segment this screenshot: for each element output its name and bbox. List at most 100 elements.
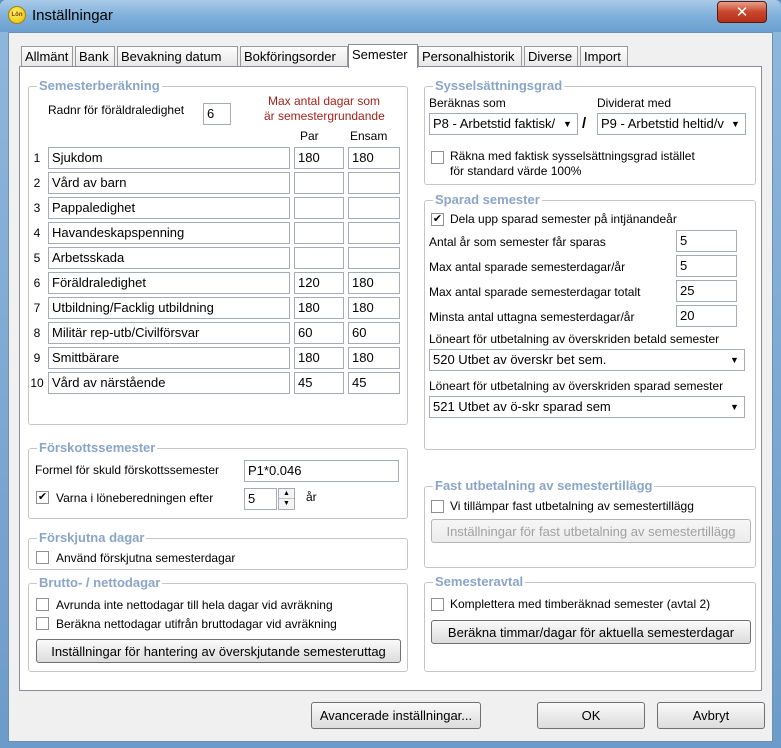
ok-button[interactable]: OK bbox=[537, 702, 645, 729]
row-ensam-input[interactable]: 60 bbox=[348, 322, 400, 344]
tab-bank[interactable]: Bank bbox=[75, 46, 115, 67]
row-name-input[interactable]: Pappaledighet bbox=[48, 197, 290, 219]
formel-label: Formel för skuld förskottssemester bbox=[35, 463, 220, 477]
row-ensam-input[interactable]: 45 bbox=[348, 372, 400, 394]
row-par-input[interactable] bbox=[294, 222, 344, 244]
row-par-input[interactable]: 180 bbox=[294, 347, 344, 369]
dropdown-arrow-icon[interactable]: ▼ bbox=[726, 351, 743, 369]
dividerat-select[interactable]: P9 - Arbetstid heltid/v ▼ bbox=[597, 113, 746, 135]
advanced-settings-button[interactable]: Avancerade inställningar... bbox=[311, 702, 481, 729]
varna-checkbox[interactable]: ✔ bbox=[36, 491, 49, 504]
row-number: 1 bbox=[33, 151, 41, 165]
dropdown-arrow-icon[interactable]: ▼ bbox=[559, 115, 576, 133]
row-name-input[interactable]: Vård av närstående bbox=[48, 372, 290, 394]
row-ensam-input[interactable] bbox=[348, 197, 400, 219]
faktisk-syssel-checkbox[interactable] bbox=[431, 151, 444, 164]
sparad-field-input[interactable]: 5 bbox=[676, 230, 737, 252]
sparad-group: Sparad semester ✔ Dela upp sparad semest… bbox=[424, 192, 756, 450]
close-button[interactable]: ✕ bbox=[717, 1, 767, 23]
row-number: 5 bbox=[33, 251, 41, 265]
row-par-input[interactable]: 180 bbox=[294, 147, 344, 169]
semesterberakning-title: Semesterberäkning bbox=[37, 78, 162, 93]
row-ensam-input[interactable] bbox=[348, 172, 400, 194]
row-number: 8 bbox=[33, 326, 41, 340]
semesterberakning-group: Semesterberäkning Radnr för föräldraledi… bbox=[28, 78, 408, 425]
dropdown-arrow-icon[interactable]: ▼ bbox=[727, 115, 744, 133]
loneart2-value: 521 Utbet av ö-skr sparad sem bbox=[433, 399, 611, 414]
tab-bevakning-datum[interactable]: Bevakning datum bbox=[117, 46, 238, 67]
loneart1-select[interactable]: 520 Utbet av överskr bet sem. ▼ bbox=[429, 349, 745, 371]
dividerat-label: Dividerat med bbox=[597, 96, 672, 110]
brutto-title: Brutto- / nettodagar bbox=[37, 575, 163, 590]
varna-years-spinner[interactable]: ▲ ▼ bbox=[278, 488, 295, 510]
overskjutande-settings-button[interactable]: Inställningar för hantering av överskjut… bbox=[36, 639, 401, 663]
faktisk-syssel-label-1: Räkna med faktisk sysselsättningsgrad is… bbox=[450, 149, 695, 163]
row-par-input[interactable]: 180 bbox=[294, 297, 344, 319]
col-ensam-header: Ensam bbox=[350, 129, 388, 143]
berakna-netto-checkbox[interactable] bbox=[36, 617, 49, 630]
dela-upp-checkbox[interactable]: ✔ bbox=[431, 213, 444, 226]
row-name-input[interactable]: Arbetsskada bbox=[48, 247, 290, 269]
tab-bokforingsorder[interactable]: Bokföringsorder bbox=[240, 46, 348, 67]
varna-years-input[interactable]: 5 bbox=[244, 488, 277, 510]
row-ensam-input[interactable]: 180 bbox=[348, 147, 400, 169]
tab-semester[interactable]: Semester bbox=[348, 44, 418, 68]
spin-down-icon[interactable]: ▼ bbox=[279, 499, 294, 509]
berakna-timmar-button[interactable]: Beräkna timmar/dagar för aktuella semest… bbox=[431, 620, 751, 644]
sparad-field-label: Antal år som semester får sparas bbox=[429, 235, 606, 249]
sparad-field-input[interactable]: 20 bbox=[676, 305, 737, 327]
row-name-input[interactable]: Smittbärare bbox=[48, 347, 290, 369]
spin-up-icon[interactable]: ▲ bbox=[279, 489, 294, 499]
row-par-input[interactable]: 120 bbox=[294, 272, 344, 294]
max-dagar-label-2: är semestergrundande bbox=[264, 109, 385, 123]
semester-tab-panel: Semesterberäkning Radnr för föräldraledi… bbox=[19, 66, 762, 691]
row-name-input[interactable]: Vård av barn bbox=[48, 172, 290, 194]
row-par-input[interactable] bbox=[294, 197, 344, 219]
row-par-input[interactable] bbox=[294, 172, 344, 194]
row-number: 10 bbox=[30, 376, 44, 390]
row-name-input[interactable]: Utbildning/Facklig utbildning bbox=[48, 297, 290, 319]
sparad-field-input[interactable]: 5 bbox=[676, 255, 737, 277]
row-number: 6 bbox=[33, 276, 41, 290]
tab-allmant[interactable]: Allmänt bbox=[21, 46, 73, 67]
radnr-input[interactable]: 6 bbox=[203, 103, 231, 125]
tab-personalhistorik[interactable]: Personalhistorik bbox=[418, 46, 522, 67]
radnr-label: Radnr för föräldraledighet bbox=[48, 103, 185, 117]
fast-utbetalning-settings-button[interactable]: Inställningar för fast utbetalning av se… bbox=[431, 519, 751, 543]
tab-import[interactable]: Import bbox=[580, 46, 628, 67]
row-name-input[interactable]: Havandeskapspenning bbox=[48, 222, 290, 244]
row-ensam-input[interactable] bbox=[348, 247, 400, 269]
semesteravtal-title: Semesteravtal bbox=[433, 574, 526, 589]
forskjutna-group: Förskjutna dagar Använd förskjutna semes… bbox=[28, 530, 408, 570]
row-ensam-input[interactable]: 180 bbox=[348, 272, 400, 294]
avrunda-checkbox[interactable] bbox=[36, 598, 49, 611]
row-name-input[interactable]: Sjukdom bbox=[48, 147, 290, 169]
row-ensam-input[interactable]: 180 bbox=[348, 297, 400, 319]
forskjutna-label: Använd förskjutna semesterdagar bbox=[56, 551, 236, 565]
row-par-input[interactable]: 45 bbox=[294, 372, 344, 394]
row-name-input[interactable]: Föräldraledighet bbox=[48, 272, 290, 294]
row-name-input[interactable]: Militär rep-utb/Civilförsvar bbox=[48, 322, 290, 344]
varna-unit: år bbox=[306, 490, 317, 504]
brutto-group: Brutto- / nettodagar Avrunda inte nettod… bbox=[28, 575, 408, 672]
row-par-input[interactable]: 60 bbox=[294, 322, 344, 344]
dropdown-arrow-icon[interactable]: ▼ bbox=[726, 398, 743, 416]
tab-diverse[interactable]: Diverse bbox=[524, 46, 578, 67]
timberaknad-label: Komplettera med timberäknad semester (av… bbox=[450, 597, 711, 611]
timberaknad-checkbox[interactable] bbox=[431, 598, 444, 611]
title-bar[interactable]: Lön Inställningar ✕ bbox=[0, 0, 781, 32]
sparad-field-input[interactable]: 25 bbox=[676, 280, 737, 302]
avrunda-label: Avrunda inte nettodagar till hela dagar … bbox=[56, 598, 333, 612]
row-par-input[interactable] bbox=[294, 247, 344, 269]
row-ensam-input[interactable] bbox=[348, 222, 400, 244]
forskjutna-checkbox[interactable] bbox=[36, 551, 49, 564]
division-slash: / bbox=[582, 115, 587, 132]
cancel-button[interactable]: Avbryt bbox=[657, 702, 765, 729]
sparad-title: Sparad semester bbox=[433, 192, 542, 207]
beraknas-select[interactable]: P8 - Arbetstid faktisk/ ▼ bbox=[429, 113, 578, 135]
loneart2-select[interactable]: 521 Utbet av ö-skr sparad sem ▼ bbox=[429, 396, 745, 418]
row-ensam-input[interactable]: 180 bbox=[348, 347, 400, 369]
formel-input[interactable]: P1*0.046 bbox=[244, 460, 399, 482]
fast-utbetalning-checkbox[interactable] bbox=[431, 500, 444, 513]
row-number: 2 bbox=[33, 176, 41, 190]
